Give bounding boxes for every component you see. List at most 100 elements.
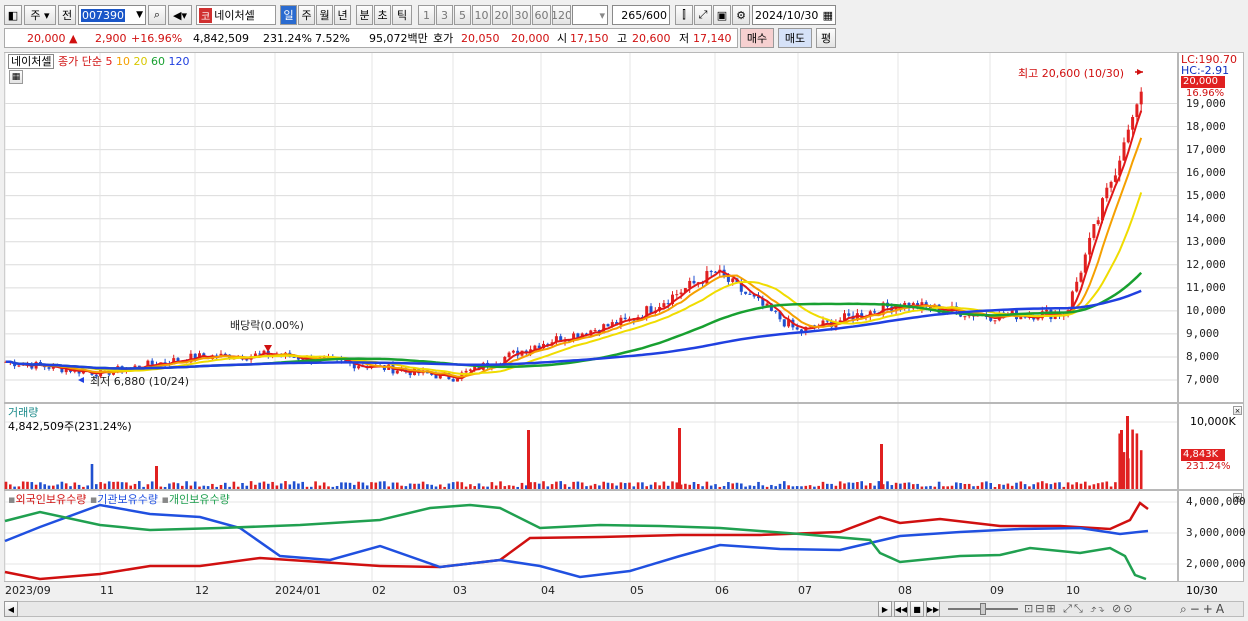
volume-bar [559,481,562,489]
volume-bar [340,482,343,489]
volume-bar [787,485,790,489]
volume-bar [714,484,717,489]
volume-bar [705,481,709,489]
volume-bar [1105,481,1109,489]
volume-bar [297,483,300,489]
rewind-icon[interactable]: ◀◀ [894,601,908,617]
x-label: 2024/01 [275,584,321,597]
volume-bar [314,481,317,489]
volume-bar [215,486,218,489]
volume-bar [662,481,666,489]
ma60-label: 60 [150,55,165,68]
candle-body [245,359,249,361]
volume-bar [69,486,72,489]
volume-bar [843,483,846,489]
volume-bar [808,485,812,489]
volume-bar [73,482,77,489]
volume-bar [813,486,816,489]
volume-bar [654,482,657,489]
volume-bar [877,481,881,489]
price-ytick: 11,000 [1186,281,1226,294]
volume-bar [615,485,618,489]
candle-body [253,353,257,357]
volume-bar [752,485,756,489]
volume-bar [740,483,743,489]
ma60-line [5,271,1143,370]
volume-bar [357,481,360,489]
volume-bar [894,482,898,489]
volume-bar [202,485,206,489]
volume-bar [378,481,382,489]
volume-current-tag: 4,843K [1181,449,1225,461]
volume-bar [869,483,872,489]
candle-body [150,360,154,365]
holding-ytick: 3,000,000 [1186,526,1246,539]
candle-body [963,316,967,318]
drawing-tools-icon[interactable]: ⊡⊟⊞ ⤢⤡ ⤴⤵ ⊘⊙ [1024,602,1135,616]
volume-pct-tag: 231.24% [1186,461,1231,472]
candle-body [795,327,799,330]
candle-body [649,306,653,314]
candle-body [782,319,786,327]
price-ytick: 9,000 [1186,327,1220,340]
volume-ytick: 10,000K [1190,415,1236,428]
volume-bar [722,485,726,489]
volume-bar [82,486,85,489]
x-label: 09 [990,584,1004,597]
individual-legend: 개인보유수량 [168,493,230,506]
stop-icon[interactable]: ■ [910,601,924,617]
volume-bar [731,483,734,489]
chart-canvas[interactable] [0,0,1248,621]
volume-bar [602,481,605,489]
volume-bar [980,482,984,489]
volume-bar [211,483,214,489]
candle-body [1109,181,1113,188]
scroll-right-icon[interactable]: ▶ [878,601,892,617]
candle-body [623,317,627,319]
ma20-line [5,192,1143,375]
volume-bar [206,486,210,489]
volume-bar [279,483,283,489]
ma5-label: 5 [105,55,113,68]
grid-toggle-icon[interactable]: ▦ [9,70,23,84]
volume-bar [718,486,722,489]
x-end-label: 10/30 [1186,584,1218,597]
volume-bar [632,486,636,489]
volume-bar [47,485,51,489]
volume-bar [920,486,924,489]
volume-bar [39,482,42,489]
scroll-left-icon[interactable]: ◀ [4,601,18,617]
volume-bar [181,485,184,489]
volume-close-icon[interactable]: × [1233,406,1242,415]
zoom-slider-thumb[interactable] [980,603,986,615]
volume-bar [1114,482,1117,489]
volume-bar [1036,482,1040,489]
candle-body [744,291,748,294]
candle-body [731,278,735,282]
volume-bar [125,482,128,489]
zoom-icons[interactable]: ⌕−+A [1180,602,1227,617]
volume-bar [254,484,257,489]
volume-bar [17,486,21,489]
volume-bar [494,485,498,489]
volume-bar [851,482,855,489]
volume-bar [886,481,889,489]
volume-bar [262,481,266,489]
volume-bar [348,482,352,489]
volume-bar [778,483,782,489]
x-label: 08 [898,584,912,597]
volume-bar [426,484,429,489]
volume-bar [1028,486,1031,489]
volume-bar [864,485,868,489]
candle-body [451,379,455,382]
volume-bar [606,482,610,489]
ma20-label: 20 [133,55,148,68]
volume-bar [757,481,760,489]
volume-bar [942,486,945,489]
volume-bar [516,486,519,489]
forward-icon[interactable]: ▶▶ [926,601,940,617]
foreign-legend: 외국인보유수량 [15,493,87,506]
candle-body [1075,281,1079,292]
volume-bar [903,482,906,489]
volume-bar [451,482,455,489]
